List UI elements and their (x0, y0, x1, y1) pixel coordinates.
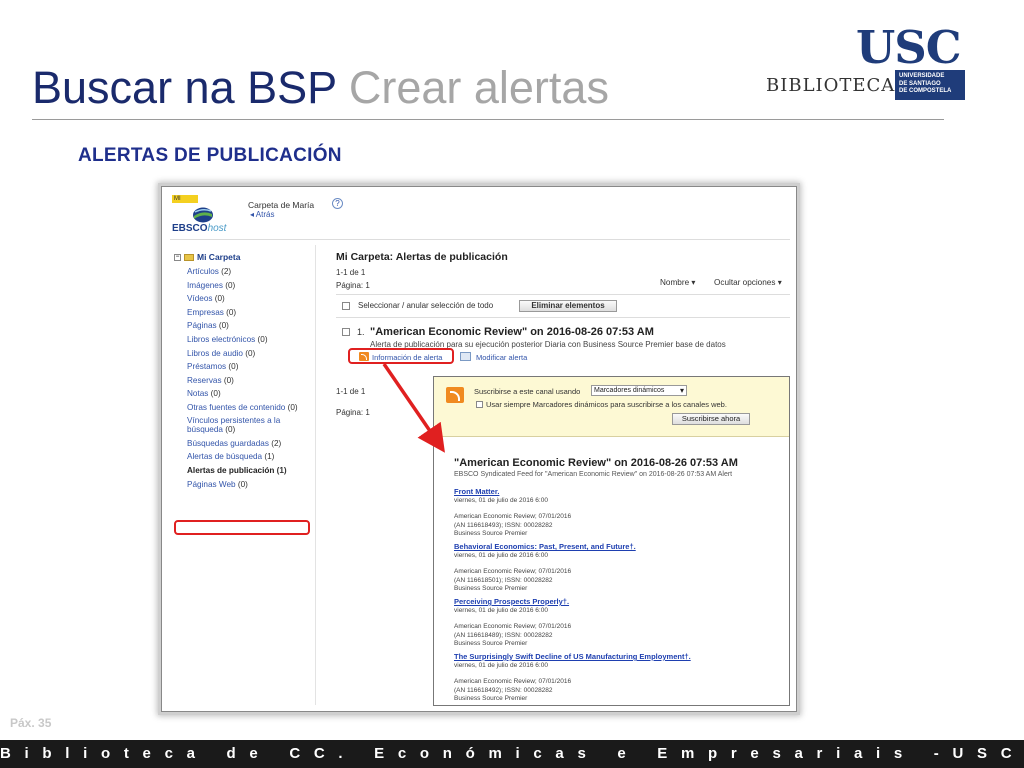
sidebar-item-alertas-busqueda[interactable]: Alertas de búsqueda (1) (187, 450, 317, 464)
footer-bar: Biblioteca de CC. Económicas e Empresari… (0, 740, 1024, 768)
sidebar-item-vinculos-persistentes[interactable]: Vínculos persistentes a la búsqueda (0) (187, 415, 317, 437)
toolbar-separator (336, 317, 790, 318)
rss-feed-preview: Suscribirse a este canal usando Marcador… (433, 376, 790, 706)
feed-item-source: American Economic Review; 07/01/2016 (454, 623, 572, 630)
page-indicator-bottom: Página: 1 (336, 408, 370, 417)
sidebar-item-alertas-publicacion[interactable]: Alertas de publicación (1) (187, 464, 317, 478)
slide-title: Buscar na BSP Crear alertas (32, 62, 609, 114)
delete-items-button[interactable]: Eliminar elementos (519, 300, 617, 312)
usc-logo-text: USC (856, 21, 962, 74)
slide-title-sub: Crear alertas (348, 62, 609, 113)
folder-sidebar: − Mi Carpeta Artículos (2) Imágenes (0) V… (170, 245, 316, 705)
feed-item-accession: (AN 116618489); ISSN: 00028282 (454, 631, 553, 639)
sidebar-item-paginas-web[interactable]: Páginas Web (0) (187, 478, 317, 492)
feed-item: Front Matter. viernes, 01 de julio de 20… (454, 487, 784, 542)
feed-item-database: Business Source Premier (454, 530, 528, 537)
title-divider (32, 119, 944, 120)
feed-item-title[interactable]: Front Matter. (454, 487, 784, 497)
feed-item-date: viernes, 01 de julio de 2016 6:00 (454, 662, 548, 669)
ebsco-globe-icon (193, 207, 213, 223)
hide-options-dropdown[interactable]: Ocultar opciones ▾ (714, 277, 782, 287)
back-link[interactable]: ◂ Atrás (250, 210, 274, 219)
record-title[interactable]: "American Economic Review" on 2016-08-26… (370, 326, 654, 338)
section-heading: ALERTAS DE PUBLICACIÓN (78, 145, 342, 166)
header-separator (170, 239, 790, 240)
university-line: DE SANTIAGO (899, 80, 941, 87)
folder-list: Artículos (2) Imágenes (0) Vídeos (0) Em… (187, 265, 317, 491)
feed-item: Perceiving Prospects Properly†. viernes,… (454, 597, 784, 652)
edit-alert-link[interactable]: Modificar alerta (476, 353, 527, 362)
feed-item-source: American Economic Review; 07/01/2016 (454, 678, 572, 685)
always-use-checkbox[interactable] (476, 401, 483, 408)
sidebar-item-prestamos[interactable]: Préstamos (0) (187, 360, 317, 374)
slide-title-main: Buscar na BSP (32, 62, 337, 113)
sidebar-item-libros-electronicos[interactable]: Libros electrónicos (0) (187, 333, 317, 347)
ebsco-screenshot: MI EBSCOhost Carpeta de María ◂ Atrás ? … (161, 186, 797, 712)
page-indicator-top: Página: 1 (336, 281, 370, 290)
sidebar-item-paginas[interactable]: Páginas (0) (187, 319, 317, 333)
sidebar-item-libros-audio[interactable]: Libros de audio (0) (187, 347, 317, 361)
folder-icon (184, 254, 194, 262)
feed-item-title[interactable]: Perceiving Prospects Properly†. (454, 597, 784, 607)
sidebar-item-notas[interactable]: Notas (0) (187, 387, 317, 401)
edit-icon (460, 352, 471, 361)
feed-item-source: American Economic Review; 07/01/2016 (454, 513, 572, 520)
ebsco-header: MI EBSCOhost Carpeta de María ◂ Atrás ? (170, 193, 790, 240)
feed-item-date: viernes, 01 de julio de 2016 6:00 (454, 497, 548, 504)
feed-description: EBSCO Syndicated Feed for "American Econ… (454, 471, 733, 478)
feed-item-source: American Economic Review; 07/01/2016 (454, 568, 572, 575)
always-use-label: Usar siempre Marcadores dinámicos para s… (486, 400, 727, 409)
ebsco-host-logo[interactable]: EBSCOhost (172, 223, 226, 234)
main-title: Mi Carpeta: Alertas de publicación (336, 251, 508, 263)
feed-item-title[interactable]: Behavioral Economics: Past, Present, and… (454, 542, 784, 552)
record-number: 1. (357, 327, 365, 337)
feed-item-accession: (AN 116618492); ISSN: 00028282 (454, 686, 553, 694)
feed-item-date: viernes, 01 de julio de 2016 6:00 (454, 552, 548, 559)
mi-badge: MI (172, 195, 198, 203)
feed-item: Behavioral Economics: Past, Present, and… (454, 542, 784, 597)
feed-item-title[interactable]: The Surprisingly Swift Decline of US Man… (454, 652, 784, 662)
highlight-box-sidebar (174, 520, 310, 535)
subscribe-label: Suscribirse a este canal usando (474, 387, 581, 396)
record-checkbox[interactable] (342, 328, 350, 336)
footer-text: Biblioteca de CC. Económicas e Empresari… (0, 745, 1024, 762)
feed-item-accession: (AN 116618493); ISSN: 00028282 (454, 521, 553, 529)
feed-item-date: viernes, 01 de julio de 2016 6:00 (454, 607, 548, 614)
feed-subscribe-bar: Suscribirse a este canal usando Marcador… (434, 377, 789, 437)
university-line: UNIVERSIDADE (899, 73, 945, 79)
sidebar-item-imagenes[interactable]: Imágenes (0) (187, 279, 317, 293)
feed-item-list: Front Matter. viernes, 01 de julio de 20… (454, 487, 784, 705)
sidebar-item-empresas[interactable]: Empresas (0) (187, 306, 317, 320)
feed-item-database: Business Source Premier (454, 640, 528, 647)
help-icon[interactable]: ? (332, 198, 343, 209)
select-all-label: Seleccionar / anular selección de todo (358, 301, 494, 310)
feed-rss-icon (446, 387, 464, 403)
feed-title: "American Economic Review" on 2016-08-26… (454, 457, 738, 469)
result-range-top: 1-1 de 1 (336, 268, 366, 277)
sidebar-item-otras-fuentes[interactable]: Otras fuentes de contenido (0) (187, 401, 317, 415)
biblioteca-label: BIBLIOTECA (766, 75, 896, 96)
sort-dropdown[interactable]: Nombre ▾ (660, 277, 696, 287)
highlight-box-info (348, 348, 454, 364)
folder-owner-label: Carpeta de María (248, 200, 315, 210)
feed-item-database: Business Source Premier (454, 695, 528, 702)
feed-item: The Surprisingly Swift Decline of US Man… (454, 652, 784, 705)
sidebar-item-busquedas-guardadas[interactable]: Búsquedas guardadas (2) (187, 437, 317, 451)
feed-item-accession: (AN 116618501); ISSN: 00028282 (454, 576, 553, 584)
select-all-checkbox[interactable] (342, 302, 350, 310)
feed-reader-select[interactable]: Marcadores dinámicos (591, 385, 687, 396)
folder-tree-root[interactable]: − Mi Carpeta (174, 252, 240, 262)
page-number: Páx. 35 (10, 716, 52, 730)
sidebar-item-videos[interactable]: Vídeos (0) (187, 292, 317, 306)
result-range-bottom: 1-1 de 1 (336, 387, 366, 396)
sidebar-item-articulos[interactable]: Artículos (2) (187, 265, 317, 279)
collapse-icon[interactable]: − (174, 254, 181, 262)
subscribe-now-button[interactable]: Suscribirse ahora (672, 413, 750, 425)
sidebar-item-reservas[interactable]: Reservas (0) (187, 374, 317, 388)
university-name-box: UNIVERSIDADE DE SANTIAGO DE COMPOSTELA (895, 70, 965, 100)
university-line: DE COMPOSTELA (899, 88, 952, 94)
feed-item-database: Business Source Premier (454, 585, 528, 592)
toolbar-separator (336, 294, 790, 295)
